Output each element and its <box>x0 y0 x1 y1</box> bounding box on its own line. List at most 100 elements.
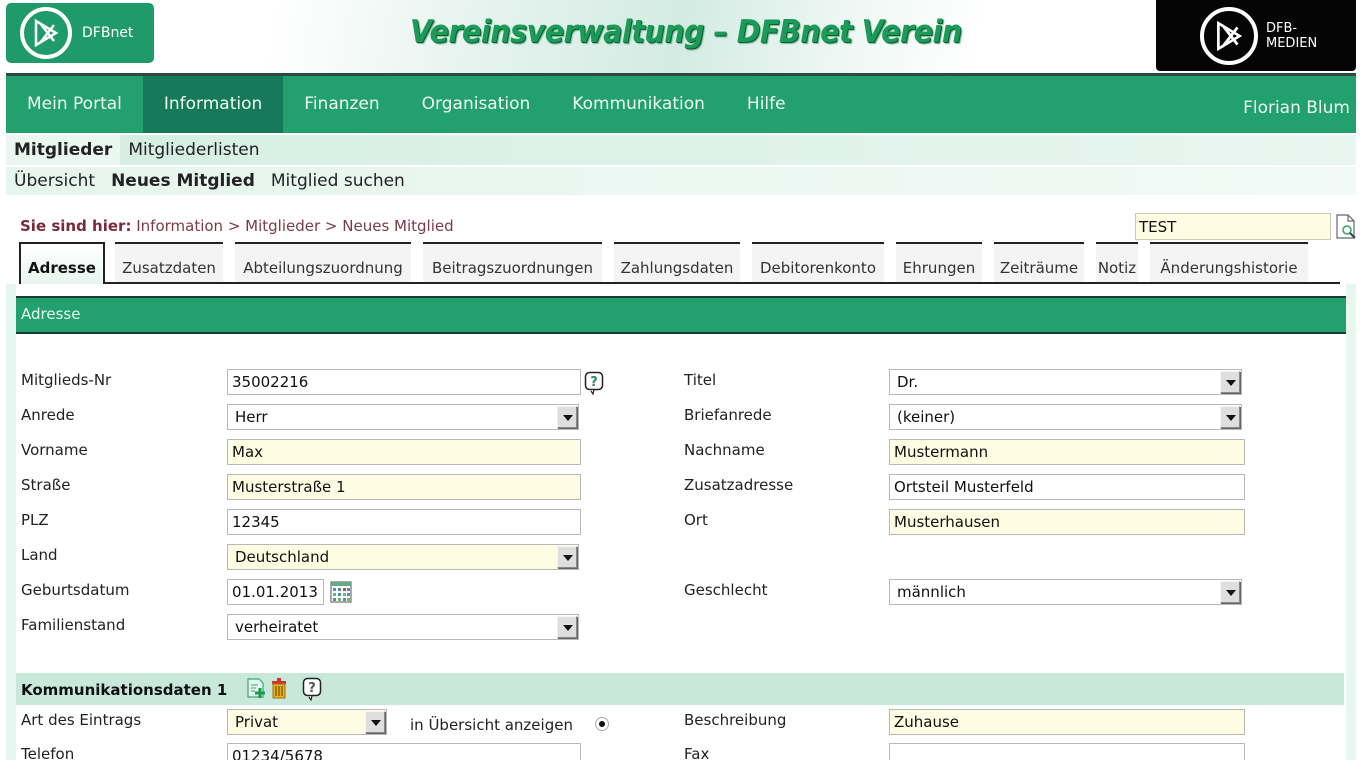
tab-abteilungszuordnung[interactable]: Abteilungszuordnung <box>235 242 411 282</box>
nav-mein-portal[interactable]: Mein Portal <box>6 76 143 133</box>
label-briefanrede: Briefanrede <box>684 406 772 424</box>
label-art-des-eintrags: Art des Eintrags <box>21 711 142 729</box>
chevron-down-icon[interactable] <box>365 711 385 733</box>
select-art-value: Privat <box>235 713 279 731</box>
select-anrede-value: Herr <box>235 408 268 426</box>
help-icon[interactable]: ? <box>302 677 322 705</box>
calendar-icon[interactable] <box>330 581 352 603</box>
breadcrumb-prefix: Sie sind hier: <box>20 217 132 235</box>
section-header-adresse: Adresse <box>16 296 1346 334</box>
sub-navigation-2: Übersicht Neues Mitglied Mitglied suchen <box>6 167 1356 195</box>
chevron-down-icon[interactable] <box>557 406 577 428</box>
section-header-kommunikationsdaten: Kommunikationsdaten 1 <box>16 673 1344 705</box>
dfb-medien-logo[interactable]: DFB- MEDIEN <box>1156 0 1356 71</box>
select-anrede[interactable]: Herr <box>227 404 579 430</box>
label-geburtsdatum: Geburtsdatum <box>21 581 130 599</box>
nav-finanzen[interactable]: Finanzen <box>283 76 400 133</box>
nav-kommunikation[interactable]: Kommunikation <box>551 76 726 133</box>
tab-zeitraeume[interactable]: Zeiträume <box>994 242 1084 282</box>
label-nachname: Nachname <box>684 441 765 459</box>
select-land[interactable]: Deutschland <box>227 544 579 570</box>
main-navigation: Mein Portal Information Finanzen Organis… <box>6 76 1356 133</box>
select-geschlecht[interactable]: männlich <box>889 579 1242 605</box>
input-plz[interactable] <box>227 509 581 535</box>
dfb-emblem-icon <box>20 7 72 59</box>
dfbnet-logo[interactable]: DFBnet <box>6 3 154 63</box>
chevron-down-icon[interactable] <box>1220 581 1240 603</box>
label-mitglieds-nr: Mitglieds-Nr <box>21 371 112 389</box>
tab-bar: Adresse Zusatzdaten Abteilungszuordnung … <box>19 242 1339 286</box>
search-document-icon[interactable] <box>1335 214 1357 240</box>
chevron-down-icon[interactable] <box>1220 371 1240 393</box>
input-beschreibung[interactable] <box>889 709 1245 735</box>
sub-navigation-1: Mitglieder Mitgliederlisten <box>6 135 1356 165</box>
label-strasse: Straße <box>21 476 71 494</box>
label-vorname: Vorname <box>21 441 88 459</box>
breadcrumb-path[interactable]: Information > Mitglieder > Neues Mitglie… <box>136 217 453 235</box>
subnav-neues-mitglied[interactable]: Neues Mitglied <box>103 171 263 191</box>
svg-text:?: ? <box>590 375 598 390</box>
label-familienstand: Familienstand <box>21 616 126 634</box>
select-briefanrede[interactable]: (keiner) <box>889 404 1242 430</box>
subnav-mitglied-suchen[interactable]: Mitglied suchen <box>263 171 413 191</box>
tab-zusatzdaten[interactable]: Zusatzdaten <box>115 242 223 282</box>
input-geburtsdatum[interactable] <box>227 579 324 605</box>
select-familienstand[interactable]: verheiratet <box>227 614 579 640</box>
input-telefon[interactable] <box>227 743 581 760</box>
comm-actions: ? <box>246 677 322 705</box>
svg-text:?: ? <box>308 681 316 696</box>
dfb-emblem-icon <box>1200 6 1258 65</box>
input-nachname[interactable] <box>889 439 1245 465</box>
select-briefanrede-value: (keiner) <box>897 408 956 426</box>
subnav-mitglieder[interactable]: Mitglieder <box>6 135 121 165</box>
radio-in-uebersicht-anzeigen[interactable] <box>595 717 609 731</box>
label-land: Land <box>21 546 58 564</box>
user-name[interactable]: Florian Blum <box>1243 76 1350 140</box>
label-beschreibung: Beschreibung <box>684 711 787 729</box>
tab-beitragszuordnungen[interactable]: Beitragszuordnungen <box>423 242 602 282</box>
label-in-uebersicht-anzeigen: in Übersicht anzeigen <box>410 716 573 734</box>
tab-aenderungshistorie[interactable]: Änderungshistorie <box>1150 242 1308 282</box>
input-mitglieds-nr[interactable] <box>227 369 581 395</box>
chevron-down-icon[interactable] <box>557 616 577 638</box>
breadcrumb: Sie sind hier: Information > Mitglieder … <box>20 217 454 235</box>
help-icon[interactable]: ? <box>584 371 604 396</box>
label-ort: Ort <box>684 511 708 529</box>
tab-ehrungen[interactable]: Ehrungen <box>896 242 982 282</box>
nav-organisation[interactable]: Organisation <box>401 76 552 133</box>
label-geschlecht: Geschlecht <box>684 581 768 599</box>
input-zusatzadresse[interactable] <box>889 474 1245 500</box>
quick-search-input[interactable] <box>1135 213 1331 240</box>
tab-zahlungsdaten[interactable]: Zahlungsdaten <box>614 242 740 282</box>
logo-right-line1: DFB- <box>1266 20 1298 36</box>
select-land-value: Deutschland <box>235 548 330 566</box>
add-entry-icon[interactable] <box>246 677 268 705</box>
nav-hilfe[interactable]: Hilfe <box>726 76 807 133</box>
select-geschlecht-value: männlich <box>897 583 966 601</box>
app-title: Vereinsverwaltung – DFBnet Verein <box>410 14 962 50</box>
select-art-des-eintrags[interactable]: Privat <box>227 709 387 735</box>
tab-adresse[interactable]: Adresse <box>19 242 105 286</box>
select-titel[interactable]: Dr. <box>889 369 1242 395</box>
nav-information[interactable]: Information <box>142 76 284 133</box>
tab-notiz[interactable]: Notiz <box>1096 242 1138 282</box>
select-familienstand-value: verheiratet <box>235 618 319 636</box>
delete-trash-icon[interactable] <box>270 677 288 705</box>
select-titel-value: Dr. <box>897 373 919 391</box>
subnav-mitgliederlisten[interactable]: Mitgliederlisten <box>120 140 267 160</box>
tab-debitorenkonto[interactable]: Debitorenkonto <box>752 242 884 282</box>
input-fax[interactable] <box>889 743 1245 760</box>
subnav-uebersicht[interactable]: Übersicht <box>6 171 103 191</box>
chevron-down-icon[interactable] <box>557 546 577 568</box>
input-vorname[interactable] <box>227 439 581 465</box>
label-plz: PLZ <box>21 511 49 529</box>
input-strasse[interactable] <box>227 474 581 500</box>
label-telefon: Telefon <box>21 745 75 760</box>
app-header: DFBnet Vereinsverwaltung – DFBnet Verein… <box>0 0 1360 75</box>
logo-right-line2: MEDIEN <box>1266 35 1318 51</box>
chevron-down-icon[interactable] <box>1220 406 1240 428</box>
label-fax: Fax <box>684 745 710 760</box>
label-titel: Titel <box>684 371 717 389</box>
input-ort[interactable] <box>889 509 1245 535</box>
label-zusatzadresse: Zusatzadresse <box>684 476 794 494</box>
